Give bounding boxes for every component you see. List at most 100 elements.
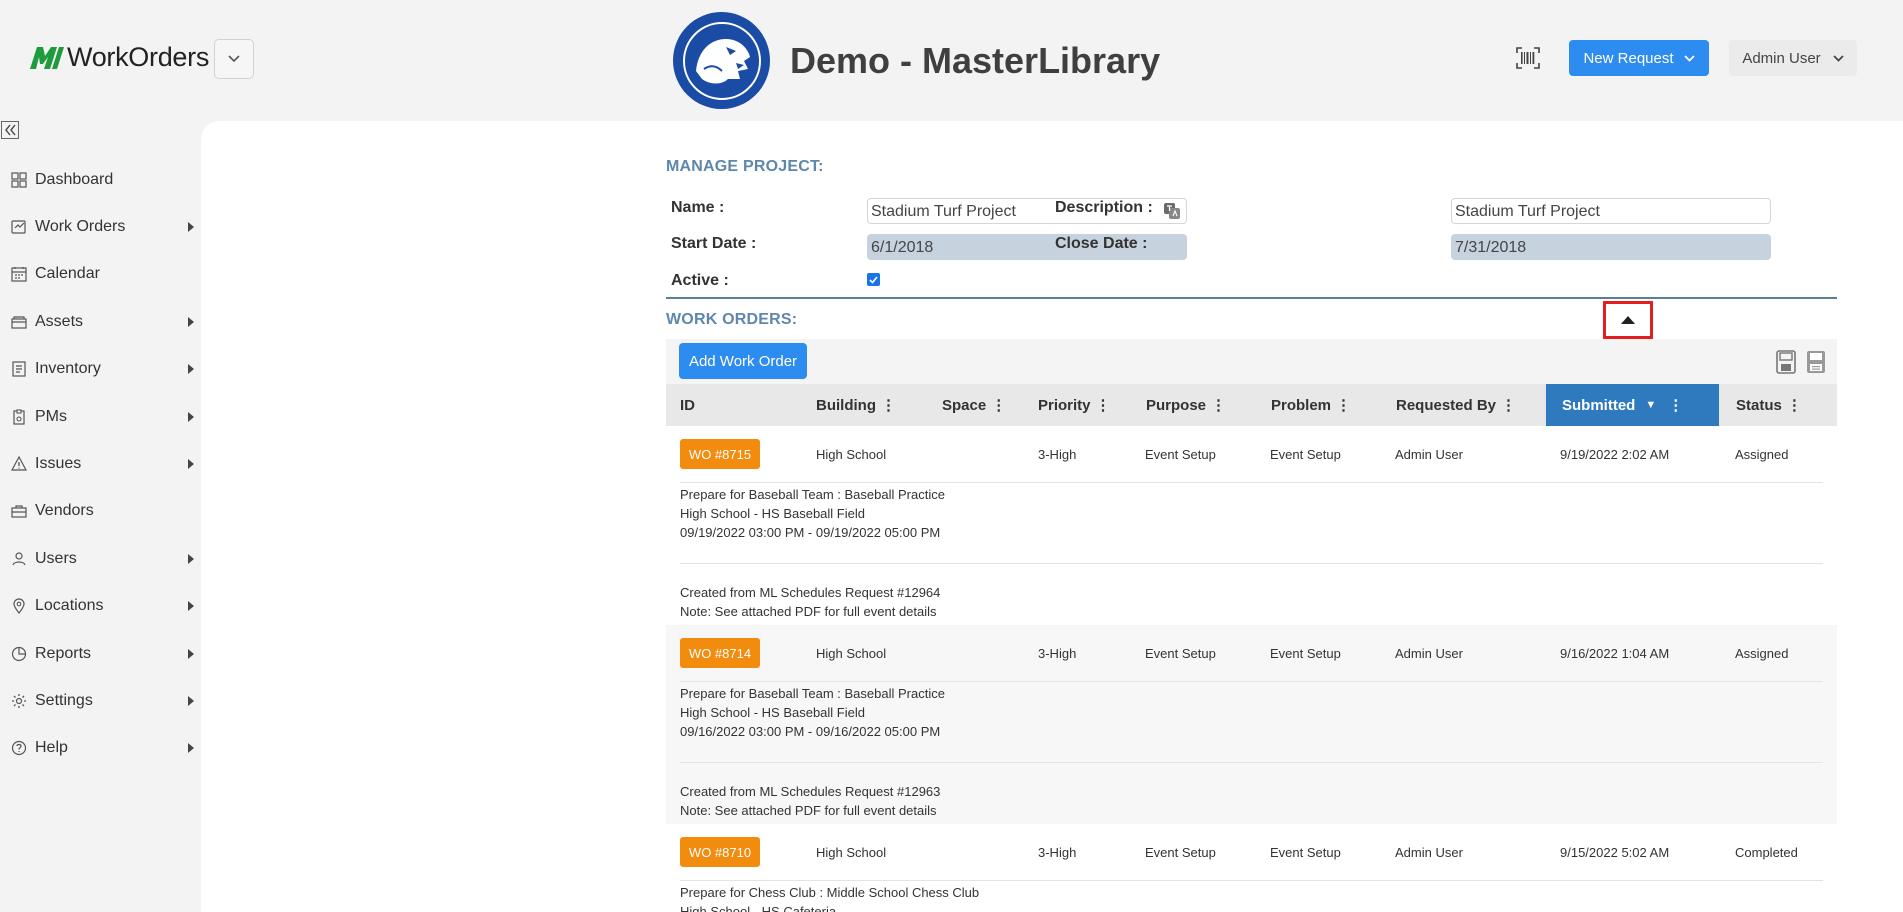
work-orders-title: WORK ORDERS: — [666, 311, 798, 328]
workorders-logo-icon — [30, 46, 64, 69]
cell-purpose: Event Setup — [1145, 646, 1216, 661]
column-header-requested-by[interactable]: Requested By ⋮ — [1396, 384, 1516, 426]
help-icon — [10, 739, 28, 757]
collapse-section-button[interactable] — [1603, 301, 1653, 339]
project-name-value: Stadium Turf Project — [871, 203, 1016, 220]
column-menu-icon[interactable]: ⋮ — [1668, 396, 1683, 414]
table-row[interactable]: WO #8714 High School 3-High Event Setup … — [666, 625, 1837, 824]
sidebar-item-dashboard[interactable]: Dashboard — [0, 156, 200, 203]
cell-submitted: 9/16/2022 1:04 AM — [1560, 646, 1670, 661]
translate-icon[interactable] — [1164, 203, 1180, 224]
column-menu-icon[interactable]: ⋮ — [1336, 396, 1351, 414]
print-icon[interactable] — [1806, 350, 1826, 379]
sidebar-item-label: Work Orders — [35, 218, 126, 236]
sidebar-item-work-orders[interactable]: Work Orders — [0, 203, 200, 250]
sidebar-item-vendors[interactable]: Vendors — [0, 488, 200, 535]
cell-status: Completed — [1735, 845, 1798, 860]
active-label: Active : — [671, 272, 729, 289]
user-menu-button[interactable]: Admin User — [1729, 40, 1857, 76]
sidebar-item-label: Help — [35, 739, 68, 757]
sidebar-item-label: Locations — [35, 597, 104, 615]
start-date-label: Start Date : — [671, 235, 757, 252]
chevron-down-icon — [1683, 54, 1695, 62]
sidebar-item-assets[interactable]: Assets — [0, 298, 200, 345]
sort-desc-icon: ▼ — [1645, 399, 1657, 411]
close-date-label: Close Date : — [1055, 235, 1148, 252]
barcode-scanner-icon[interactable] — [1516, 47, 1540, 74]
row-divider — [680, 482, 1823, 483]
sidebar-item-label: Calendar — [35, 265, 100, 283]
briefcase-icon — [10, 502, 28, 520]
column-header-priority[interactable]: Priority ⋮ — [1038, 384, 1111, 426]
dashboard-icon — [10, 171, 28, 189]
checkmark-icon — [869, 275, 878, 284]
new-request-label: New Request — [1583, 49, 1674, 67]
add-work-order-button[interactable]: Add Work Order — [679, 343, 807, 379]
section-divider — [666, 297, 1837, 299]
double-chevron-left-icon — [1, 121, 19, 139]
cell-priority: 3-High — [1038, 447, 1077, 462]
sidebar-item-users[interactable]: Users — [0, 535, 200, 582]
wo-id-badge[interactable]: WO #8710 — [680, 837, 760, 867]
active-checkbox[interactable] — [867, 273, 880, 286]
cell-problem: Event Setup — [1270, 845, 1341, 860]
sidebar-item-label: Assets — [35, 312, 84, 330]
column-header-building[interactable]: Building ⋮ — [816, 384, 896, 426]
table-row[interactable]: WO #8710 High School 3-High Event Setup … — [666, 824, 1837, 912]
cell-purpose: Event Setup — [1145, 845, 1216, 860]
sidebar-nav: Dashboard Work Orders Calendar Assets In… — [0, 156, 200, 772]
sidebar-item-label: Dashboard — [35, 170, 114, 188]
sidebar-item-pms[interactable]: PMs — [0, 393, 200, 440]
cell-priority: 3-High — [1038, 646, 1077, 661]
pie-chart-icon — [10, 645, 28, 663]
save-icon[interactable] — [1776, 350, 1796, 379]
org-dropdown-button[interactable] — [214, 39, 254, 79]
column-header-space[interactable]: Space ⋮ — [942, 384, 1006, 426]
caret-right-icon — [188, 222, 194, 233]
column-header-purpose[interactable]: Purpose ⋮ — [1146, 384, 1226, 426]
caret-right-icon — [188, 601, 194, 612]
close-date-field[interactable]: 7/31/2018 — [1451, 234, 1771, 260]
cell-problem: Event Setup — [1270, 447, 1341, 462]
column-header-submitted[interactable]: Submitted ▼ ⋮ — [1546, 384, 1719, 426]
app-logo[interactable]: WorkOrders — [30, 42, 209, 73]
row-description: Prepare for Chess Club : Middle School C… — [680, 885, 980, 912]
wo-id-badge[interactable]: WO #8714 — [680, 638, 760, 668]
column-menu-icon[interactable]: ⋮ — [881, 396, 896, 414]
column-header-problem[interactable]: Problem ⋮ — [1271, 384, 1351, 426]
column-header-status[interactable]: Status ⋮ — [1736, 384, 1802, 426]
sidebar-item-issues[interactable]: Issues — [0, 440, 200, 487]
work-orders-toolbar: Add Work Order — [666, 339, 1837, 384]
sidebar-item-locations[interactable]: Locations — [0, 583, 200, 630]
column-header-id[interactable]: ID — [680, 384, 695, 426]
main-panel: MANAGE PROJECT: Name : Stadium Turf Proj… — [201, 121, 1903, 912]
location-pin-icon — [10, 597, 28, 615]
column-menu-icon[interactable]: ⋮ — [1211, 396, 1226, 414]
sidebar-item-label: PMs — [35, 407, 67, 425]
row-description: Prepare for Baseball Team : Baseball Pra… — [680, 487, 945, 540]
column-menu-icon[interactable]: ⋮ — [1501, 396, 1516, 414]
new-request-button[interactable]: New Request — [1569, 40, 1709, 76]
row-divider — [680, 681, 1823, 682]
table-row[interactable]: WO #8715 High School 3-High Event Setup … — [666, 426, 1837, 625]
column-menu-icon[interactable]: ⋮ — [1096, 396, 1111, 414]
calendar-icon — [10, 265, 28, 283]
row-divider — [680, 880, 1823, 881]
column-menu-icon[interactable]: ⋮ — [1787, 396, 1802, 414]
sidebar-item-reports[interactable]: Reports — [0, 630, 200, 677]
cell-building: High School — [816, 646, 887, 661]
cell-purpose: Event Setup — [1145, 447, 1216, 462]
start-date-value: 6/1/2018 — [871, 239, 934, 256]
project-description-field[interactable]: Stadium Turf Project — [1451, 198, 1771, 224]
wo-id-badge[interactable]: WO #8715 — [680, 439, 760, 469]
collapse-sidebar-button[interactable] — [1, 121, 19, 144]
caret-right-icon — [188, 364, 194, 375]
column-menu-icon[interactable]: ⋮ — [991, 396, 1006, 414]
sidebar-item-help[interactable]: Help — [0, 725, 200, 772]
warning-icon — [10, 455, 28, 473]
sidebar-item-settings[interactable]: Settings — [0, 677, 200, 724]
sidebar-item-calendar[interactable]: Calendar — [0, 251, 200, 298]
row-notes: Created from ML Schedules Request #12963… — [680, 784, 941, 818]
sidebar-item-inventory[interactable]: Inventory — [0, 346, 200, 393]
user-name: Admin User — [1742, 49, 1821, 67]
